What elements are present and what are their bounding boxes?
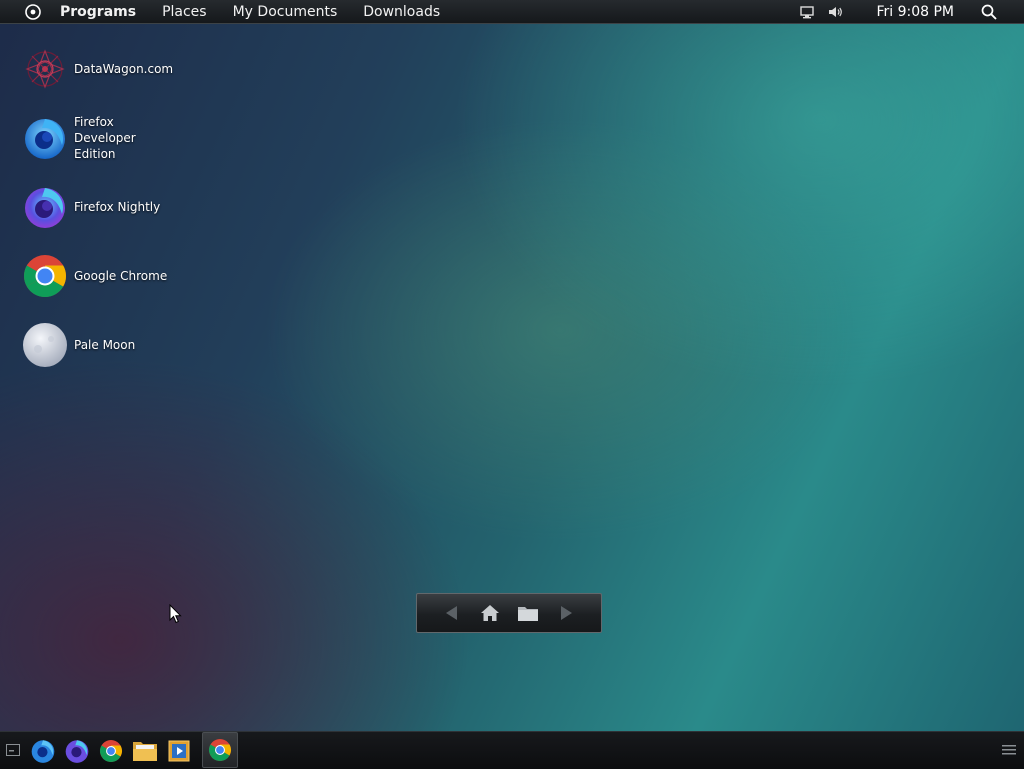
back-arrow-icon (446, 606, 457, 620)
taskbar-launcher-file-manager[interactable] (130, 736, 160, 766)
search-icon (981, 4, 997, 20)
taskbar (0, 731, 1024, 769)
taskbar-launcher-firefox-developer-edition[interactable] (28, 736, 58, 766)
firefox-nightly-icon (65, 740, 89, 763)
desktop-icon-label: Google Chrome (74, 269, 168, 283)
system-tray: Fri 9:08 PM (798, 0, 1024, 23)
desktop-icon-label: Firefox Nightly (74, 200, 161, 214)
menu-downloads[interactable]: Downloads (363, 4, 440, 20)
back-button[interactable] (439, 600, 465, 626)
home-button[interactable] (477, 600, 503, 626)
top-panel: Programs Places My Documents Downloads F… (0, 0, 1024, 24)
file-manager-icon (133, 742, 157, 761)
menu-places[interactable]: Places (162, 4, 207, 20)
firefox-developer-edition-icon (25, 119, 65, 159)
desktop-icon-label: DataWagon.com (74, 62, 174, 76)
folder-icon (518, 607, 538, 621)
main-menu-button[interactable] (24, 3, 42, 21)
clock[interactable]: Fri 9:08 PM (876, 4, 954, 20)
mouse-cursor-icon (169, 604, 182, 624)
taskbar-launcher-media-player[interactable] (164, 736, 194, 766)
navigation-widget (416, 593, 602, 633)
search-button[interactable] (980, 3, 998, 21)
firefox-developer-edition-icon (31, 740, 55, 763)
taskbar-menu-icon[interactable] (1002, 744, 1016, 756)
forward-button[interactable] (553, 600, 579, 626)
desktop-icon-label: Pale Moon (74, 338, 136, 352)
desktop-icon-datawagon[interactable]: DataWagon.com (22, 45, 202, 93)
firefox-nightly-icon (25, 188, 65, 228)
desktop-icon-firefox-developer-edition[interactable]: Firefox Developer Edition (22, 114, 202, 162)
menu-circle-icon (25, 3, 41, 20)
desktop-icon-label: Firefox Developer Edition (74, 115, 136, 161)
menu-my-documents[interactable]: My Documents (233, 4, 338, 20)
google-chrome-icon (23, 255, 67, 298)
network-icon[interactable] (798, 3, 816, 21)
menu-programs[interactable]: Programs (60, 4, 136, 20)
datawagon-icon (25, 49, 65, 89)
taskbar-launcher-google-chrome[interactable] (96, 736, 126, 766)
desktop-icon-firefox-nightly[interactable]: Firefox Nightly (22, 183, 202, 231)
desktop-icon-pale-moon[interactable]: Pale Moon (22, 321, 202, 369)
media-player-icon (168, 740, 190, 762)
folder-button[interactable] (515, 600, 541, 626)
taskbar-launcher-firefox-nightly[interactable] (62, 736, 92, 766)
pale-moon-icon (23, 323, 67, 367)
show-desktop-icon[interactable] (6, 744, 20, 756)
forward-arrow-icon (561, 606, 572, 620)
google-chrome-icon (209, 739, 231, 761)
taskbar-running-google-chrome[interactable] (202, 732, 238, 768)
google-chrome-icon (100, 740, 122, 762)
home-icon (481, 605, 499, 621)
desktop-icon-google-chrome[interactable]: Google Chrome (22, 252, 202, 300)
volume-icon[interactable] (826, 3, 844, 21)
